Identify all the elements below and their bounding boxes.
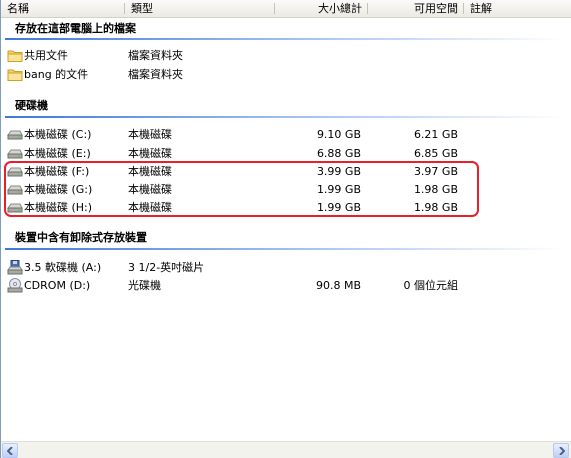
explorer-details-view: 名稱 類型 大小總計 可用空間 註解 存放在這部電腦上的檔案 共用文件 檔案資料…	[0, 0, 571, 458]
column-name[interactable]: 名稱	[1, 0, 125, 17]
column-name-label: 名稱	[7, 2, 29, 15]
highlight-annotation	[4, 161, 479, 217]
folder-icon	[7, 50, 23, 62]
group-title-hard-drives: 硬碟機	[15, 99, 48, 112]
group-divider	[5, 248, 567, 250]
list-item[interactable]: 本機磁碟 (C:) 本機磁碟 9.10 GB 6.21 GB	[5, 126, 565, 143]
item-total-size: 90.8 MB	[315, 279, 361, 292]
list-item[interactable]: 共用文件 檔案資料夾	[5, 47, 565, 64]
item-free-space: 6.21 GB	[413, 128, 458, 141]
list-item[interactable]: bang 的文件 檔案資料夾	[5, 66, 565, 83]
item-type: 本機磁碟	[128, 147, 172, 160]
arrow-left-icon	[7, 447, 13, 455]
scroll-left-button[interactable]	[2, 443, 18, 458]
item-name: 共用文件	[24, 49, 68, 62]
item-type: 光碟機	[128, 279, 161, 292]
group-divider	[5, 116, 567, 118]
item-type: 檔案資料夾	[128, 68, 183, 81]
group-title-removable-storage: 裝置中含有卸除式存放裝置	[15, 231, 147, 244]
folder-icon	[7, 69, 23, 81]
item-type: 3 1/2-英吋磁片	[128, 261, 205, 274]
item-type: 本機磁碟	[128, 128, 172, 141]
cdrom-drive-icon	[7, 278, 23, 293]
item-total-size: 6.88 GB	[316, 147, 361, 160]
list-item[interactable]: 3.5 軟碟機 (A:) 3 1/2-英吋磁片	[5, 259, 565, 276]
item-free-space: 6.85 GB	[413, 147, 458, 160]
column-comment-label: 註解	[470, 2, 492, 15]
column-type-label: 類型	[131, 2, 153, 15]
item-free-space: 0 個位元組	[403, 279, 459, 292]
scroll-right-button[interactable]	[553, 443, 569, 458]
item-name: bang 的文件	[24, 68, 89, 81]
column-total-label: 大小總計	[318, 2, 362, 15]
column-comment[interactable]: 註解	[464, 0, 571, 17]
hard-drive-icon	[7, 130, 23, 140]
column-free-label: 可用空間	[414, 2, 458, 15]
item-name: CDROM (D:)	[24, 279, 91, 292]
column-total-size[interactable]: 大小總計	[275, 0, 368, 17]
hard-drive-icon	[7, 149, 23, 159]
list-item[interactable]: CDROM (D:) 光碟機 90.8 MB 0 個位元組	[5, 277, 565, 294]
item-total-size: 9.10 GB	[316, 128, 361, 141]
column-free-space[interactable]: 可用空間	[368, 0, 464, 17]
group-divider	[5, 38, 567, 40]
column-type[interactable]: 類型	[125, 0, 275, 17]
item-type: 檔案資料夾	[128, 49, 183, 62]
horizontal-scrollbar[interactable]	[1, 441, 571, 458]
list-item[interactable]: 本機磁碟 (E:) 本機磁碟 6.88 GB 6.85 GB	[5, 145, 565, 162]
arrow-right-icon	[559, 447, 565, 455]
item-name: 本機磁碟 (E:)	[24, 147, 91, 160]
column-header: 名稱 類型 大小總計 可用空間 註解	[1, 0, 571, 18]
item-name: 3.5 軟碟機 (A:)	[24, 261, 102, 274]
item-name: 本機磁碟 (C:)	[24, 128, 92, 141]
group-title-local-files: 存放在這部電腦上的檔案	[15, 22, 136, 35]
floppy-drive-icon	[7, 260, 23, 275]
